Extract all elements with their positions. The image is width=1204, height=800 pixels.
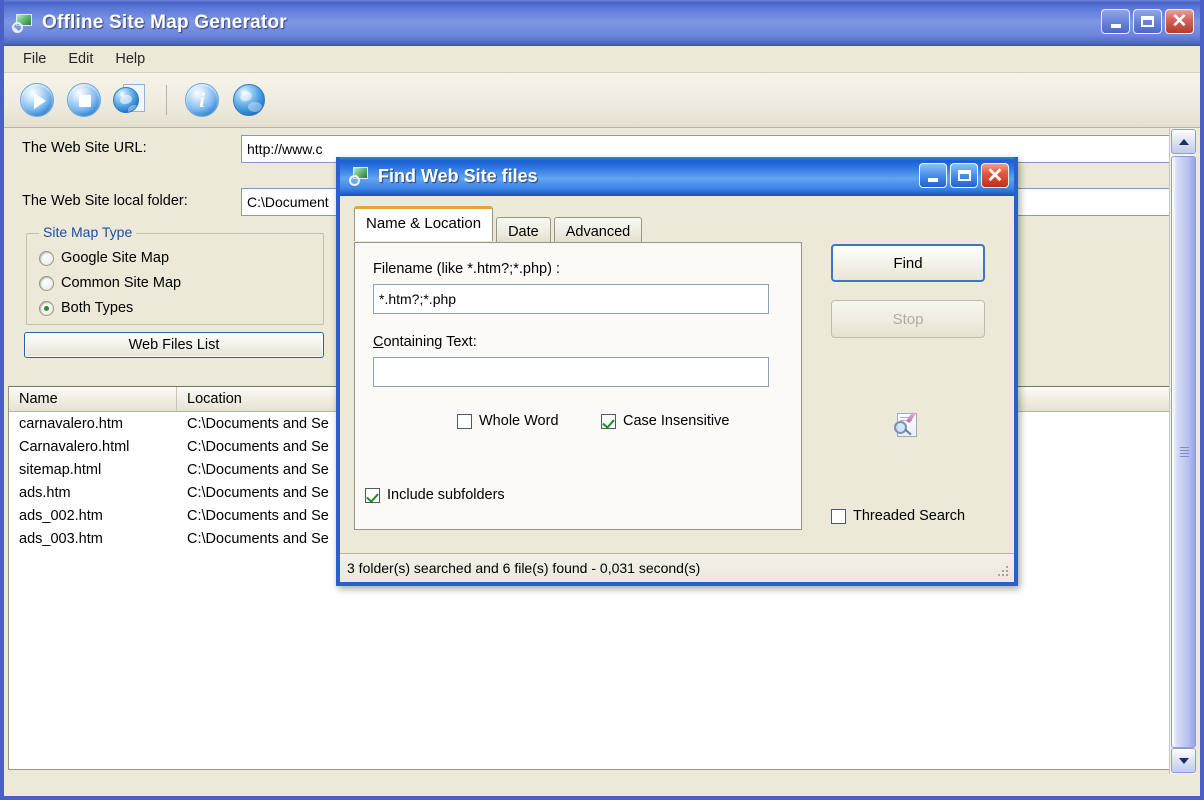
containing-text-input[interactable] xyxy=(373,357,769,387)
close-button[interactable]: ✕ xyxy=(1165,9,1194,34)
radio-google-label: Google Site Map xyxy=(61,250,170,266)
dialog-minimize-button[interactable] xyxy=(919,163,947,188)
dialog-status-bar: 3 folder(s) searched and 6 file(s) found… xyxy=(340,553,1014,582)
cell-name: sitemap.html xyxy=(19,461,102,478)
play-icon xyxy=(20,83,54,117)
column-header-name[interactable]: Name xyxy=(9,387,177,411)
cell-name: ads_002.htm xyxy=(19,507,103,524)
containing-text-label-rest: ontaining Text: xyxy=(383,334,477,350)
dialog-window-controls: ✕ xyxy=(919,163,1009,188)
dialog-close-button[interactable]: ✕ xyxy=(981,163,1009,188)
tab-panel-name-and-location: Filename (like *.htm?;*.php) : *.htm?;*.… xyxy=(354,242,802,530)
main-title-bar[interactable]: Offline Site Map Generator ✕ xyxy=(4,0,1200,46)
minimize-icon xyxy=(1110,23,1121,28)
case-insensitive-label: Case Insensitive xyxy=(623,413,730,429)
filename-input[interactable]: *.htm?;*.php xyxy=(373,284,769,314)
chevron-down-icon xyxy=(1178,757,1189,764)
url-label: The Web Site URL: xyxy=(22,140,147,156)
main-window-title: Offline Site Map Generator xyxy=(42,12,287,33)
cell-name: Carnavalero.html xyxy=(19,438,130,455)
threaded-search-checkbox-box xyxy=(831,508,846,524)
site-map-type-legend: Site Map Type xyxy=(39,224,137,240)
cell-name: ads_003.htm xyxy=(19,530,103,547)
resize-grip-icon[interactable] xyxy=(996,564,1010,578)
close-icon: ✕ xyxy=(1171,11,1188,32)
containing-text-label: Containing Text: xyxy=(373,334,477,350)
find-files-icon xyxy=(349,167,370,186)
dialog-title: Find Web Site files xyxy=(378,166,538,186)
stop-button-dialog: Stop xyxy=(831,300,985,338)
minimize-icon xyxy=(928,177,938,182)
generate-sitemap-button[interactable] xyxy=(112,81,150,119)
tab-advanced[interactable]: Advanced xyxy=(553,217,643,245)
chevron-up-icon xyxy=(1178,138,1189,145)
folder-label: The Web Site local folder: xyxy=(22,193,188,209)
menu-file[interactable]: File xyxy=(14,48,55,70)
radio-common-site-map[interactable]: Common Site Map xyxy=(39,275,181,291)
checkbox-include-subfolders[interactable]: Include subfolders xyxy=(365,487,505,503)
radio-google-indicator xyxy=(39,250,54,266)
toolbar: i xyxy=(4,73,1200,128)
cell-name: carnavalero.htm xyxy=(19,415,123,432)
dialog-maximize-button[interactable] xyxy=(950,163,978,188)
threaded-search-label: Threaded Search xyxy=(853,508,966,524)
info-icon: i xyxy=(185,83,219,117)
scrollbar-grip-icon xyxy=(1180,447,1189,457)
whole-word-checkbox-box xyxy=(457,413,472,429)
menu-edit[interactable]: Edit xyxy=(59,48,102,70)
menu-bar: File Edit Help xyxy=(4,46,1200,73)
include-subfolders-label: Include subfolders xyxy=(387,487,505,503)
maximize-icon xyxy=(1141,16,1154,27)
cell-name: ads.htm xyxy=(19,484,71,501)
stop-button[interactable] xyxy=(65,81,103,119)
scrollbar-thumb[interactable] xyxy=(1171,156,1196,748)
dialog-tabstrip: Name & Location Date Advanced xyxy=(354,206,643,245)
tab-date[interactable]: Date xyxy=(496,217,551,245)
whole-word-label: Whole Word xyxy=(479,413,559,429)
case-insensitive-checkbox-box xyxy=(601,413,616,429)
tab-name-and-location[interactable]: Name & Location xyxy=(354,206,494,241)
close-icon: ✕ xyxy=(986,164,1004,187)
globe-document-icon xyxy=(113,87,139,113)
radio-both-indicator xyxy=(39,300,54,316)
about-button[interactable]: i xyxy=(183,81,221,119)
document-search-icon xyxy=(893,411,920,440)
scroll-down-button[interactable] xyxy=(1171,748,1196,773)
radio-common-label: Common Site Map xyxy=(61,275,182,291)
checkbox-case-insensitive[interactable]: Case Insensitive xyxy=(601,413,729,429)
maximize-icon xyxy=(957,170,971,181)
menu-help[interactable]: Help xyxy=(106,48,154,70)
containing-text-accel: C xyxy=(373,334,384,350)
site-map-type-group: Site Map Type Google Site Map Common Sit… xyxy=(26,224,324,325)
radio-both-types[interactable]: Both Types xyxy=(39,300,133,316)
find-button[interactable]: Find xyxy=(831,244,985,282)
radio-common-indicator xyxy=(39,275,54,291)
open-web-button[interactable] xyxy=(230,81,268,119)
main-window-controls: ✕ xyxy=(1101,9,1194,34)
globe-icon xyxy=(233,84,265,116)
checkbox-threaded-search[interactable]: Threaded Search xyxy=(831,508,965,524)
filename-label: Filename (like *.htm?;*.php) : xyxy=(373,261,560,277)
start-button[interactable] xyxy=(18,81,56,119)
url-row: The Web Site URL: xyxy=(22,140,147,156)
minimize-button[interactable] xyxy=(1101,9,1130,34)
folder-row: The Web Site local folder: xyxy=(22,193,188,209)
maximize-button[interactable] xyxy=(1133,9,1162,34)
stop-icon xyxy=(67,83,101,117)
dialog-title-bar[interactable]: Find Web Site files ✕ xyxy=(340,157,1014,196)
include-subfolders-checkbox-box xyxy=(365,487,380,503)
sitemap-app-icon xyxy=(11,13,34,33)
main-vertical-scrollbar[interactable] xyxy=(1169,128,1196,774)
checkbox-whole-word[interactable]: Whole Word xyxy=(457,413,559,429)
status-text: 3 folder(s) searched and 6 file(s) found… xyxy=(347,560,701,576)
scroll-up-button[interactable] xyxy=(1171,129,1196,154)
web-files-list-button[interactable]: Web Files List xyxy=(24,332,324,358)
radio-both-label: Both Types xyxy=(61,300,134,316)
toolbar-separator xyxy=(166,85,167,115)
radio-google-site-map[interactable]: Google Site Map xyxy=(39,250,169,266)
